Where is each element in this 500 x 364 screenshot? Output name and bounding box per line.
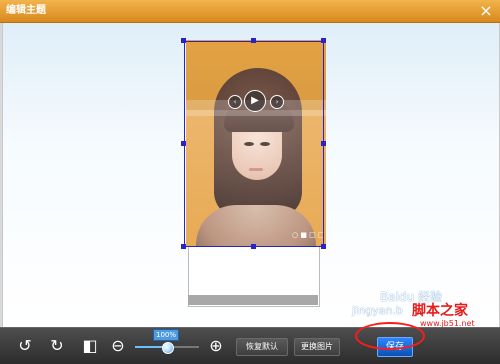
zoom-slider-fill <box>135 346 165 348</box>
window-title: 编辑主题 <box>6 5 46 16</box>
annotation-circle <box>355 322 425 350</box>
resize-handle-bottom-right[interactable] <box>321 244 326 249</box>
resize-handle-right[interactable] <box>321 141 326 146</box>
resize-handle-top[interactable] <box>251 38 256 43</box>
site-watermark: 脚本之家 <box>412 303 468 319</box>
rotate-right-icon[interactable]: ↻ <box>48 337 66 355</box>
resize-handle-bottom-left[interactable] <box>181 244 186 249</box>
rotate-left-icon[interactable]: ↺ <box>16 337 34 355</box>
zoom-slider[interactable] <box>135 342 199 354</box>
resize-handle-bottom[interactable] <box>251 244 256 249</box>
zoom-in-icon[interactable]: ⊕ <box>207 337 225 355</box>
close-icon[interactable]: × <box>478 3 494 19</box>
zoom-slider-knob[interactable] <box>162 342 174 354</box>
selection-frame[interactable] <box>184 41 324 247</box>
resize-handle-left[interactable] <box>181 141 186 146</box>
title-bar: 编辑主题 × <box>0 0 500 23</box>
bottom-toolbar: ↺ ↻ ◧ ⊖ 100% ⊕ 恢复默认 更换图片 保存 <box>0 327 500 364</box>
restore-default-button[interactable]: 恢复默认 <box>236 338 288 356</box>
resize-handle-top-right[interactable] <box>321 38 326 43</box>
url-watermark: jingyan.b <box>352 304 403 317</box>
flip-icon[interactable]: ◧ <box>81 337 99 355</box>
zoom-level-badge: 100% <box>153 329 179 341</box>
zoom-out-icon[interactable]: ⊖ <box>109 337 127 355</box>
replace-image-button[interactable]: 更换图片 <box>294 338 340 356</box>
card-footer-strip <box>188 295 318 305</box>
resize-handle-top-left[interactable] <box>181 38 186 43</box>
